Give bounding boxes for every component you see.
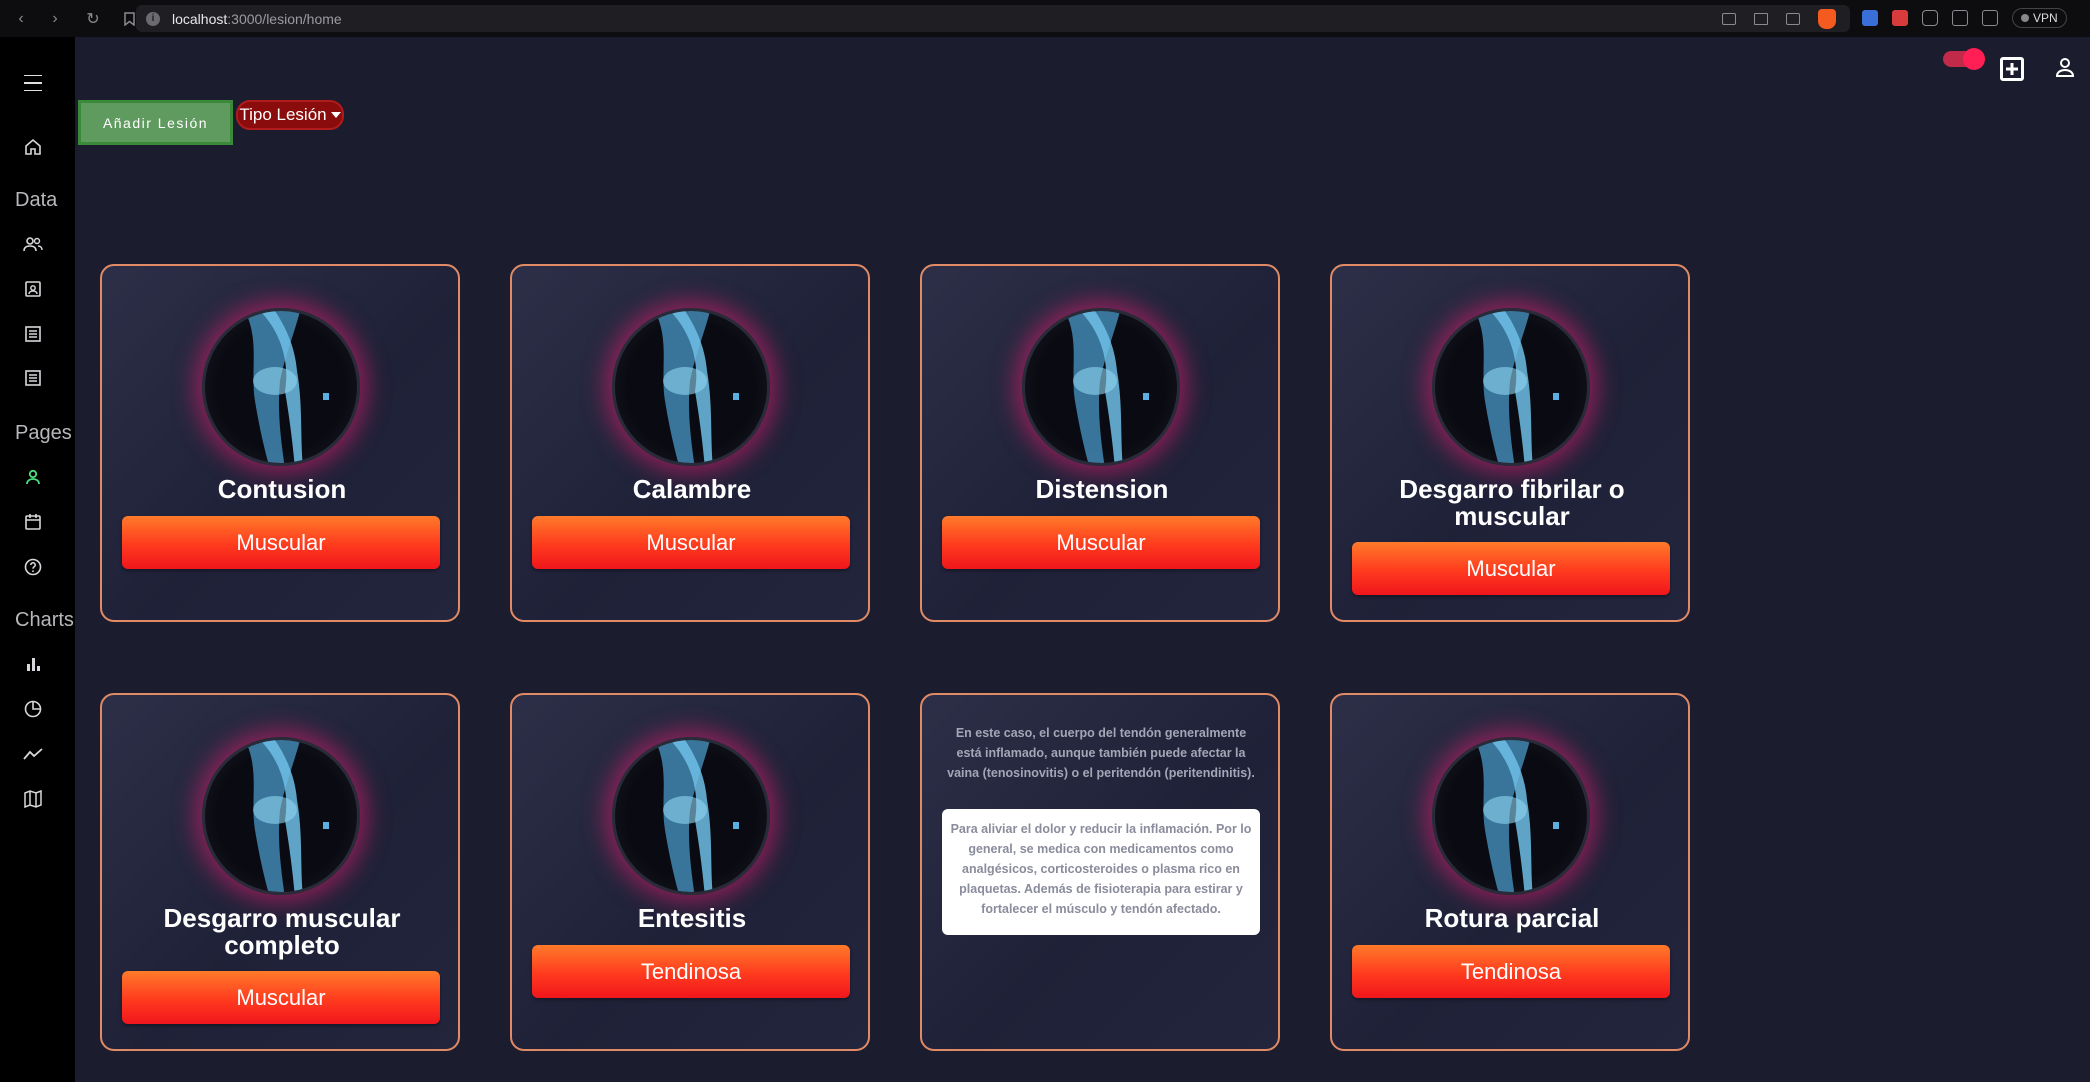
sidebar-section-charts: Charts (15, 609, 74, 631)
card-title: Desgarro fibrilar o muscular (1399, 474, 1625, 531)
url-host: localhost (172, 10, 228, 27)
vpn-button[interactable]: VPN (2012, 8, 2067, 28)
sidebar-toggle-icon[interactable] (1952, 10, 1968, 26)
team-icon[interactable] (22, 233, 44, 255)
card-title: Desgarro muscular completo (163, 903, 401, 960)
xray-image (1432, 308, 1590, 466)
url-text: localhost:3000/lesion/home (172, 11, 342, 27)
extension-icon[interactable] (1892, 10, 1908, 26)
lesion-type-button[interactable]: Muscular (942, 516, 1260, 569)
lesion-card[interactable]: Distension Muscular (920, 264, 1280, 622)
xray-image (1022, 308, 1180, 466)
translate-extension-icon[interactable] (1862, 10, 1878, 26)
contacts-icon[interactable] (22, 278, 44, 300)
home-icon[interactable] (22, 136, 44, 158)
xray-image (1432, 737, 1590, 895)
card-title: Rotura parcial (1424, 903, 1600, 933)
xray-image (202, 308, 360, 466)
sidebar-section-data: Data (15, 189, 58, 211)
back-icon[interactable]: ‹ (10, 8, 32, 30)
lesion-card[interactable]: Contusion Muscular (100, 264, 460, 622)
site-info-icon[interactable]: i (146, 11, 160, 26)
line-chart-icon[interactable] (22, 743, 44, 765)
lesion-card[interactable]: Entesitis Tendinosa (510, 693, 870, 1051)
chevron-down-icon (330, 112, 341, 118)
pie-chart-icon[interactable] (22, 698, 44, 720)
bar-chart-icon[interactable] (22, 653, 44, 675)
theme-toggle[interactable] (1943, 48, 1985, 70)
translate-icon[interactable] (1754, 12, 1768, 25)
puzzle-icon[interactable] (1922, 10, 1938, 26)
share-icon[interactable] (1786, 12, 1800, 25)
lesion-card[interactable]: Desgarro muscular completo Muscular (100, 693, 460, 1051)
toggle-knob (1963, 48, 1985, 70)
lesion-card[interactable]: Desgarro fibrilar o muscular Muscular (1330, 264, 1690, 622)
xray-image (612, 737, 770, 895)
card-title: Calambre (632, 474, 752, 504)
reload-icon[interactable]: ↻ (82, 8, 104, 30)
lesion-card[interactable]: Calambre Muscular (510, 264, 870, 622)
vpn-status-icon (2021, 14, 2029, 22)
menu-icon[interactable] (22, 72, 44, 94)
map-icon[interactable] (22, 788, 44, 810)
url-path: :3000/lesion/home (227, 10, 342, 27)
cast-icon[interactable] (1722, 12, 1736, 25)
card-title: Contusion (217, 474, 347, 504)
vpn-label: VPN (2033, 11, 2058, 25)
lesion-type-button[interactable]: Muscular (122, 971, 440, 1024)
calendar-icon[interactable] (22, 511, 44, 533)
profile-icon[interactable] (22, 466, 44, 488)
card-title: Distension (1035, 474, 1169, 504)
address-bar[interactable]: i localhost:3000/lesion/home (136, 5, 1850, 32)
lesion-type-button[interactable]: Tendinosa (1352, 945, 1670, 998)
list-icon[interactable] (22, 367, 44, 389)
xray-image (202, 737, 360, 895)
card-title: Entesitis (637, 903, 747, 933)
browser-toolbar: ‹ › ↻ i localhost:3000/lesion/home VPN (0, 0, 2090, 37)
invoices-icon[interactable] (22, 323, 44, 345)
lesion-treatment: Para aliviar el dolor y reducir la infla… (942, 809, 1260, 935)
sidebar-section-pages: Pages (15, 422, 72, 444)
add-icon[interactable] (2000, 57, 2024, 81)
lesion-card[interactable]: Rotura parcial Tendinosa (1330, 693, 1690, 1051)
lesion-type-dropdown[interactable]: Tipo Lesión (236, 100, 344, 130)
xray-image (612, 308, 770, 466)
lesion-type-button[interactable]: Muscular (122, 516, 440, 569)
sidebar: Data Pages Charts (0, 37, 75, 1082)
lesion-type-label: Tipo Lesión (239, 105, 327, 124)
help-icon[interactable] (22, 556, 44, 578)
lesion-type-button[interactable]: Tendinosa (532, 945, 850, 998)
lesion-card-info[interactable]: En este caso, el cuerpo del tendón gener… (920, 693, 1280, 1051)
add-lesion-button[interactable]: Añadir Lesión (78, 100, 233, 145)
wallet-icon[interactable] (1982, 10, 1998, 26)
lesion-description: En este caso, el cuerpo del tendón gener… (947, 726, 1255, 780)
lesion-type-button[interactable]: Muscular (1352, 542, 1670, 595)
account-icon[interactable] (2054, 56, 2076, 83)
forward-icon[interactable]: › (44, 8, 66, 30)
brave-shields-icon[interactable] (1818, 8, 1836, 29)
lesion-type-button[interactable]: Muscular (532, 516, 850, 569)
